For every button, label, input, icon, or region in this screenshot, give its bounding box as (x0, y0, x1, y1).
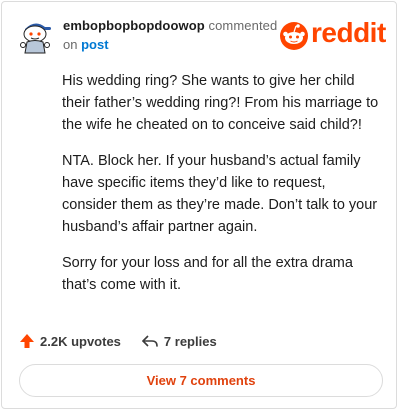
reply-button[interactable]: 7 replies (141, 333, 217, 349)
on-label: on (63, 37, 78, 52)
comment-paragraph: His wedding ring? She wants to give her … (62, 73, 379, 133)
upvote-arrow-icon (20, 334, 34, 348)
reddit-logo: reddit (279, 17, 389, 53)
upvote-count: 2.2K upvotes (40, 333, 121, 349)
view-comments-button[interactable]: View 7 comments (19, 364, 383, 397)
commented-label: commented (208, 18, 278, 33)
comment-paragraph: NTA. Block her. If your husband’s actual… (62, 153, 378, 235)
post-link[interactable]: post (81, 37, 108, 52)
reddit-wordmark: reddit (311, 17, 386, 48)
avatar[interactable] (15, 15, 55, 55)
comment-card: embopbopbopdoowop commented on post redd… (1, 1, 397, 409)
snoo-avatar-icon (20, 23, 51, 54)
reply-arrow-icon (142, 335, 158, 347)
comment-body: His wedding ring? She wants to give her … (62, 70, 380, 310)
reddit-snoo-icon (280, 22, 308, 50)
author-name[interactable]: embopbopbopdoowop (63, 18, 205, 33)
upvote-button[interactable]: 2.2K upvotes (19, 333, 121, 349)
reply-count: 7 replies (163, 333, 217, 349)
comment-paragraph: Sorry for your loss and for all the extr… (62, 255, 353, 293)
comment-actions: 2.2K upvotes 7 replies (19, 330, 217, 352)
comment-header: embopbopbopdoowop commented (63, 18, 277, 33)
comment-subheader: on post (63, 37, 109, 52)
